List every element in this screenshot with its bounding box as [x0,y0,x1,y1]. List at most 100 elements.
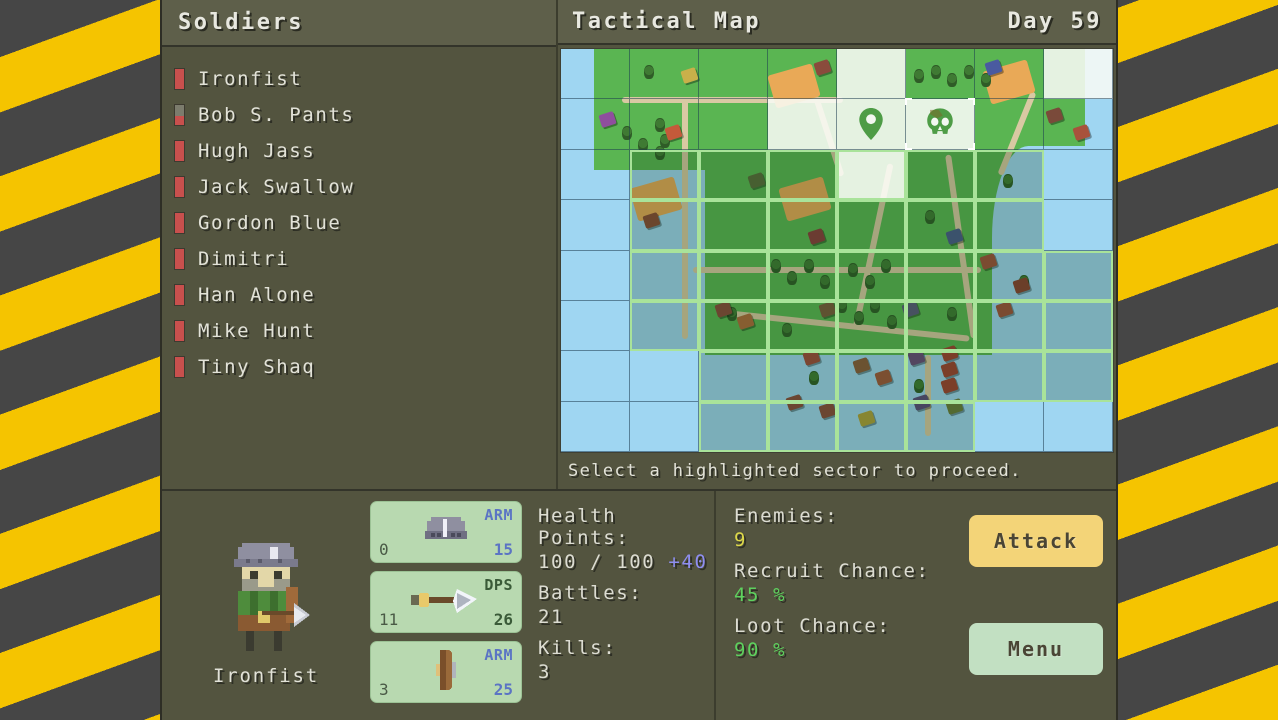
map-sector[interactable] [837,200,906,251]
map-sector[interactable] [1044,250,1113,301]
map-sector[interactable] [1044,300,1113,352]
map-sector[interactable] [561,351,630,402]
soldier-row[interactable]: Dimitri [174,241,556,277]
soldier-row[interactable]: Han Alone [174,277,556,313]
map-sector[interactable] [1044,200,1113,251]
map-sector[interactable] [975,200,1044,251]
map-sector[interactable] [1044,351,1113,402]
map-sector[interactable] [699,200,768,251]
map-grid[interactable] [561,49,1113,452]
loot-chance-value: 90 % [734,639,787,661]
map-sector[interactable] [975,99,1044,150]
soldier-list[interactable]: Ironfist Bob S. Pants Hugh Jass Jack Swallo… [162,47,556,489]
enemies-label: Enemies: [734,505,839,527]
soldier-row[interactable]: Hugh Jass [174,133,556,169]
map-sector[interactable] [837,300,906,352]
equipment-cards: ARM 15 0 DPS 26 11 ARM 25 3 [370,491,522,720]
soldier-name: Han Alone [198,284,316,306]
attack-button[interactable]: Attack [969,515,1103,567]
map-wrap: Select a highlighted sector to proceed. [558,45,1116,489]
map-sector[interactable] [906,149,975,201]
map-canvas[interactable] [560,48,1114,453]
kills-label: Kills: [538,637,617,659]
map-sector[interactable] [837,149,906,201]
map-sector[interactable] [906,401,975,452]
map-sector[interactable] [1044,99,1113,150]
soldier-name: Hugh Jass [198,140,316,162]
map-sector[interactable] [906,200,975,251]
map-sector[interactable] [1044,49,1113,100]
map-sector[interactable] [768,200,837,251]
map-sector[interactable] [975,149,1044,201]
health-value: 100 / 100 +40 [538,551,714,573]
map-sector[interactable] [975,351,1044,402]
map-sector[interactable] [1044,401,1113,452]
health-chip-depleted [175,105,184,116]
map-sector[interactable] [630,200,699,251]
map-sector[interactable] [630,99,699,150]
soldier-row[interactable]: Tiny Shaq [174,349,556,385]
equipment-card[interactable]: ARM 15 0 [370,501,522,563]
map-sector[interactable] [699,351,768,402]
map-sector[interactable] [975,49,1044,100]
map-sector[interactable] [768,300,837,352]
soldier-name: Bob S. Pants [198,104,355,126]
equipment-card[interactable]: DPS 26 11 [370,571,522,633]
map-sector[interactable] [699,49,768,100]
map-sector[interactable] [768,351,837,402]
map-sector[interactable] [630,351,699,402]
map-panel-header: Tactical Map Day 59 [558,0,1116,45]
map-sector[interactable] [906,300,975,352]
map-sector[interactable] [630,250,699,301]
map-sector[interactable] [699,99,768,150]
map-sector[interactable] [630,49,699,100]
map-sector[interactable] [768,401,837,452]
map-sector[interactable] [630,300,699,352]
map-sector[interactable] [561,149,630,201]
map-sector[interactable] [837,49,906,100]
map-sector[interactable] [837,401,906,452]
map-sector[interactable] [975,401,1044,452]
menu-button[interactable]: Menu [969,623,1103,675]
map-sector[interactable] [975,250,1044,301]
soldier-row[interactable]: Ironfist [174,61,556,97]
equipment-card[interactable]: ARM 25 3 [370,641,522,703]
map-sector[interactable] [1044,149,1113,201]
recruit-chance-label: Recruit Chance: [734,560,930,582]
map-sector[interactable] [561,49,630,100]
game-screen: Soldiers Ironfist Bob S. Pants Hugh Jass Ja… [0,0,1278,720]
kills-value: 3 [538,661,552,683]
map-sector[interactable] [837,99,906,150]
map-sector[interactable] [561,99,630,150]
equipment-stat-tag: ARM [484,646,513,664]
soldier-health-chip [174,140,185,162]
map-sector[interactable] [561,401,630,452]
map-sector[interactable] [561,200,630,251]
map-sector[interactable] [905,98,975,150]
map-sector[interactable] [699,300,768,352]
map-sector[interactable] [906,250,975,301]
map-sector[interactable] [699,401,768,452]
map-sector[interactable] [768,149,837,201]
soldier-health-chip [174,68,185,90]
map-sector[interactable] [630,149,699,201]
soldier-row[interactable]: Gordon Blue [174,205,556,241]
map-sector[interactable] [561,300,630,352]
soldier-row[interactable]: Mike Hunt [174,313,556,349]
map-sector[interactable] [561,250,630,301]
map-sector[interactable] [906,351,975,402]
map-sector[interactable] [906,49,975,100]
hazard-stripes-right [1118,0,1278,720]
map-sector[interactable] [630,401,699,452]
map-sector[interactable] [837,250,906,301]
map-sector[interactable] [837,351,906,402]
map-sector[interactable] [768,99,837,150]
map-sector[interactable] [768,49,837,100]
soldier-row[interactable]: Bob S. Pants [174,97,556,133]
map-sector[interactable] [699,250,768,301]
game-ui-frame: Soldiers Ironfist Bob S. Pants Hugh Jass Ja… [160,0,1118,720]
map-sector[interactable] [975,300,1044,352]
map-sector[interactable] [699,149,768,201]
soldier-row[interactable]: Jack Swallow [174,169,556,205]
map-sector[interactable] [768,250,837,301]
